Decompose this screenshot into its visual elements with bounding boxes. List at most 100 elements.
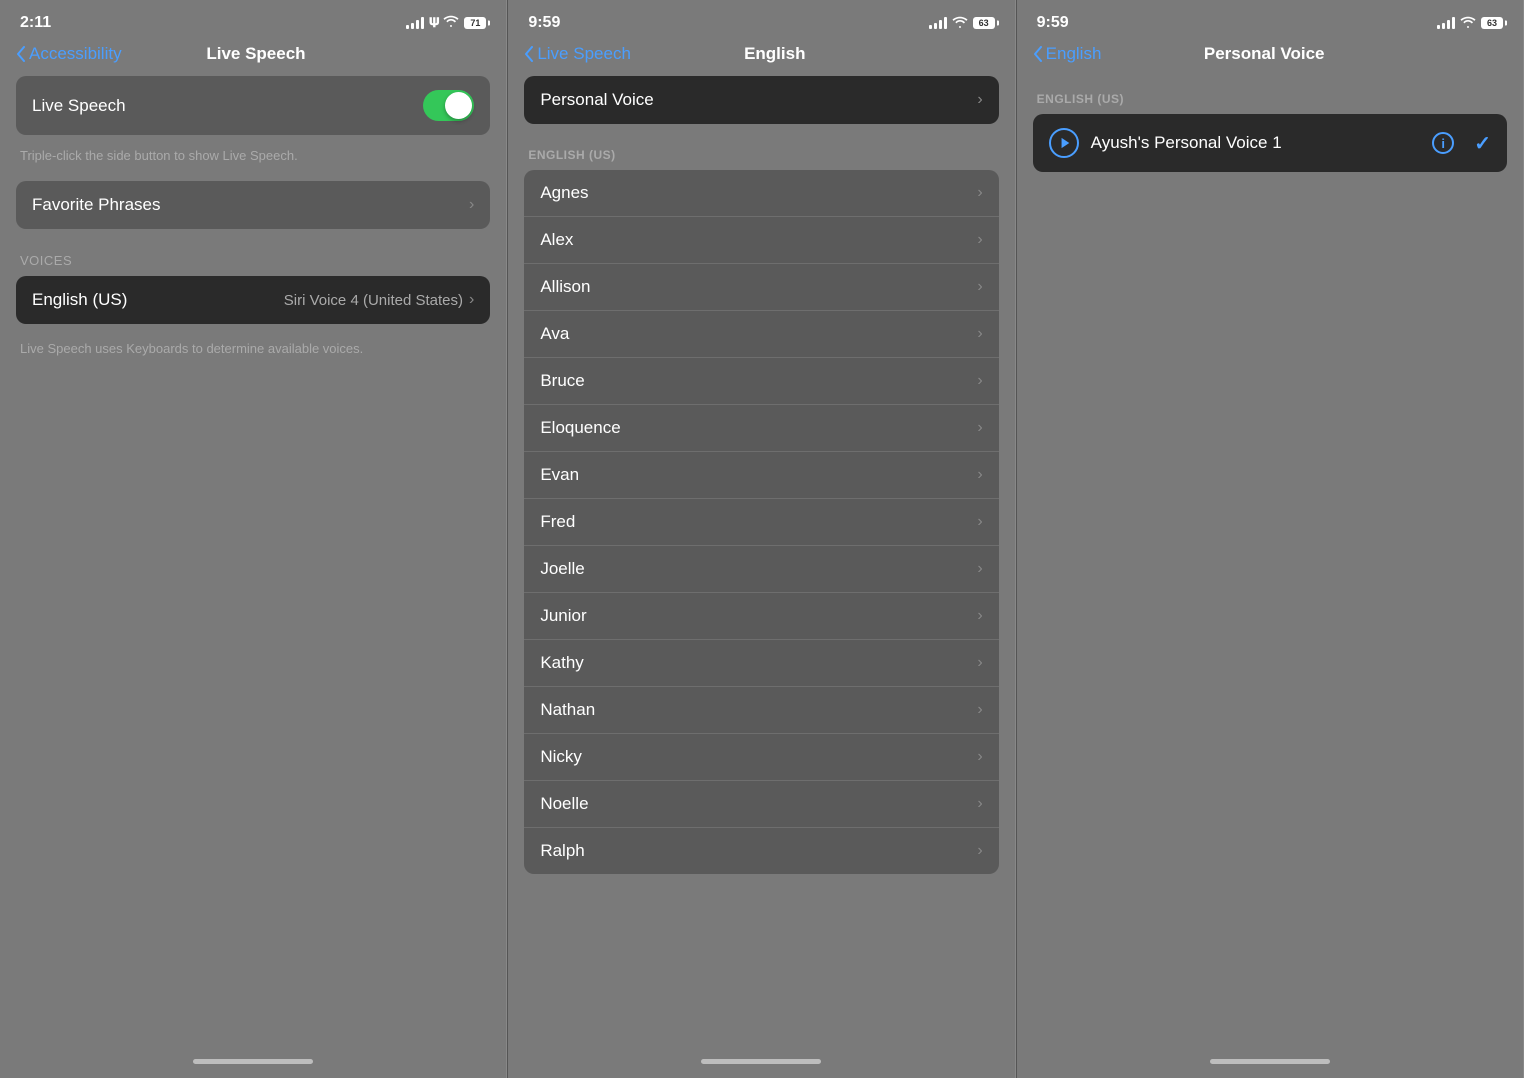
english-us-row[interactable]: English (US) Siri Voice 4 (United States… <box>16 276 490 324</box>
status-icons-1: 𝚿 71 <box>406 15 486 31</box>
chevron-icon-voice: › <box>977 748 982 766</box>
page-title-1: Live Speech <box>122 44 391 64</box>
chevron-icon-voice: › <box>977 184 982 202</box>
nav-bar-1: Accessibility Live Speech <box>0 40 506 76</box>
voice-list: Agnes › Alex › Allison › Ava › Bruce › E… <box>524 170 998 874</box>
battery-icon-2: 63 <box>973 17 995 29</box>
personal-voice-row[interactable]: Personal Voice › <box>524 76 998 124</box>
favorite-phrases-label: Favorite Phrases <box>32 195 161 215</box>
voice-name: Fred <box>540 512 575 532</box>
toggle-knob <box>445 92 472 119</box>
voice-list-item[interactable]: Eloquence › <box>524 405 998 452</box>
chevron-icon-voice: › <box>977 842 982 860</box>
voice-list-item[interactable]: Ralph › <box>524 828 998 874</box>
home-bar-2 <box>701 1059 821 1064</box>
status-bar-2: 9:59 63 <box>508 0 1014 40</box>
voice-list-item[interactable]: Ava › <box>524 311 998 358</box>
time-2: 9:59 <box>528 14 560 32</box>
siri-voice-label: Siri Voice 4 (United States) <box>284 292 463 309</box>
signal-icon-1 <box>406 17 424 29</box>
page-title-2: English <box>631 44 919 64</box>
chevron-icon-voice: › <box>977 513 982 531</box>
back-button-3[interactable]: English <box>1033 44 1102 64</box>
signal-icon-3 <box>1437 17 1455 29</box>
personal-voice-item[interactable]: Ayush's Personal Voice 1 i ✓ <box>1033 114 1507 172</box>
content-3: English (US) Ayush's Personal Voice 1 i … <box>1017 76 1523 1044</box>
voice-list-item[interactable]: Noelle › <box>524 781 998 828</box>
voice-list-item[interactable]: Kathy › <box>524 640 998 687</box>
english-us-section: English (US) <box>524 132 998 170</box>
time-1: 2:11 <box>20 14 51 32</box>
back-button-1[interactable]: Accessibility <box>16 44 122 64</box>
voice-name: Agnes <box>540 183 588 203</box>
live-speech-label: Live Speech <box>32 96 126 116</box>
status-icons-3: 63 <box>1437 15 1503 32</box>
chevron-icon-voice: › <box>977 231 982 249</box>
voice-name: Ava <box>540 324 569 344</box>
chevron-icon-voice: › <box>977 466 982 484</box>
voice-name: Bruce <box>540 371 584 391</box>
voice-list-item[interactable]: Fred › <box>524 499 998 546</box>
live-speech-hint: Triple-click the side button to show Liv… <box>16 143 490 181</box>
personal-voice-label: Personal Voice <box>540 90 653 110</box>
signal-icon-2 <box>929 17 947 29</box>
home-indicator-2 <box>508 1044 1014 1078</box>
screen3: 9:59 63 English Personal Voice <box>1017 0 1524 1078</box>
content-1: Live Speech Triple-click the side button… <box>0 76 506 1044</box>
chevron-icon-pv: › <box>977 91 982 109</box>
voice-list-item[interactable]: Alex › <box>524 217 998 264</box>
play-button[interactable] <box>1049 128 1079 158</box>
english-us-section-3: English (US) <box>1033 76 1507 114</box>
content-2: Personal Voice › English (US) Agnes › Al… <box>508 76 1014 1044</box>
page-title-3: Personal Voice <box>1101 44 1427 64</box>
voice-name: Noelle <box>540 794 588 814</box>
battery-icon-3: 63 <box>1481 17 1503 29</box>
chevron-icon-voice: › <box>977 278 982 296</box>
chevron-icon-voice: › <box>977 419 982 437</box>
voice-list-item[interactable]: Nicky › <box>524 734 998 781</box>
voice-list-item[interactable]: Agnes › <box>524 170 998 217</box>
english-us-label: English (US) <box>32 290 127 310</box>
voice-name: Allison <box>540 277 590 297</box>
checkmark-icon: ✓ <box>1474 131 1491 156</box>
personal-voice-name: Ayush's Personal Voice 1 <box>1091 133 1421 153</box>
chevron-icon-voice: › <box>977 654 982 672</box>
live-speech-toggle-row[interactable]: Live Speech <box>16 76 490 135</box>
voice-list-item[interactable]: Allison › <box>524 264 998 311</box>
voice-name: Ralph <box>540 841 584 861</box>
voice-name: Junior <box>540 606 586 626</box>
wifi-icon-3 <box>1460 15 1476 32</box>
battery-icon-1: 71 <box>464 17 486 29</box>
chevron-icon-voice: › <box>977 560 982 578</box>
chevron-icon-voice: › <box>977 372 982 390</box>
chevron-icon-2: › <box>469 291 474 309</box>
voice-name: Nathan <box>540 700 595 720</box>
voice-name: Kathy <box>540 653 583 673</box>
voices-section-label: Voices <box>16 237 490 276</box>
screen1: 2:11 𝚿 71 Accessibility Live Speech <box>0 0 507 1078</box>
home-bar-3 <box>1210 1059 1330 1064</box>
voice-name: Eloquence <box>540 418 620 438</box>
nav-bar-2: Live Speech English <box>508 40 1014 76</box>
chevron-icon-voice: › <box>977 325 982 343</box>
status-bar-3: 9:59 63 <box>1017 0 1523 40</box>
wifi-icon-1: 𝚿 <box>429 15 459 31</box>
voice-list-item[interactable]: Joelle › <box>524 546 998 593</box>
voice-list-item[interactable]: Nathan › <box>524 687 998 734</box>
screen2: 9:59 63 Live Speech English <box>508 0 1015 1078</box>
live-speech-toggle[interactable] <box>423 90 474 121</box>
voice-name: Joelle <box>540 559 584 579</box>
wifi-icon-2 <box>952 15 968 32</box>
voice-name: Alex <box>540 230 573 250</box>
voice-list-item[interactable]: Evan › <box>524 452 998 499</box>
voice-list-item[interactable]: Bruce › <box>524 358 998 405</box>
nav-bar-3: English Personal Voice <box>1017 40 1523 76</box>
back-button-2[interactable]: Live Speech <box>524 44 631 64</box>
home-indicator-3 <box>1017 1044 1523 1078</box>
info-button[interactable]: i <box>1432 132 1454 154</box>
favorite-phrases-row[interactable]: Favorite Phrases › <box>16 181 490 229</box>
voice-list-item[interactable]: Junior › <box>524 593 998 640</box>
voice-name: Evan <box>540 465 579 485</box>
status-bar-1: 2:11 𝚿 71 <box>0 0 506 40</box>
home-indicator-1 <box>0 1044 506 1078</box>
